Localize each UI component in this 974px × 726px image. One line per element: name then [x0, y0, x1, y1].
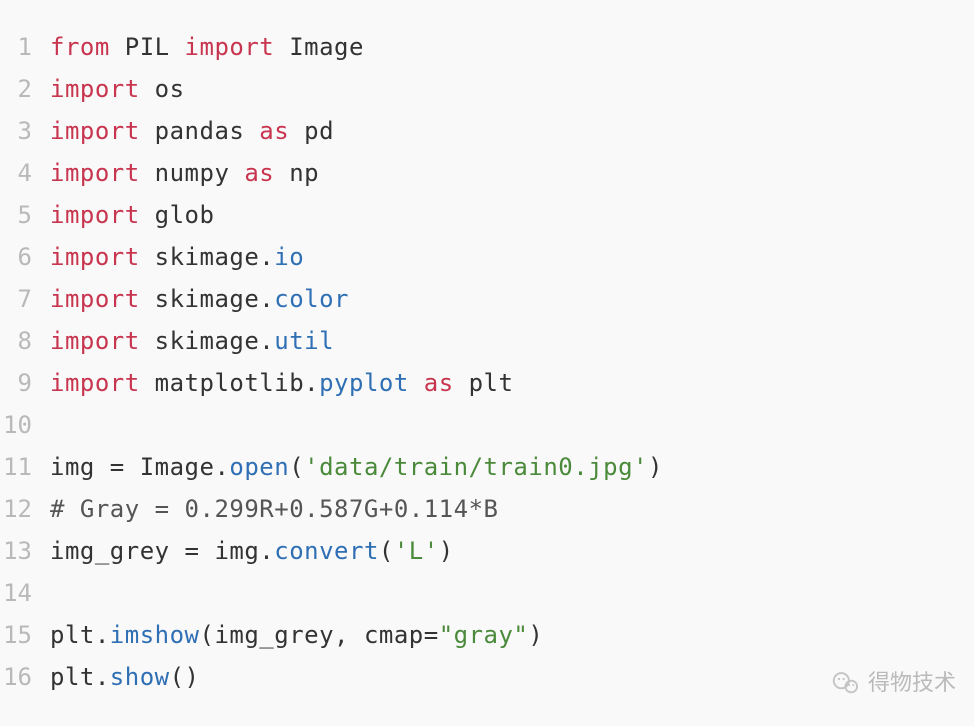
line-number: 2 [0, 68, 50, 110]
line-number: 10 [0, 404, 50, 446]
code-content: # Gray = 0.299R+0.587G+0.114*B [50, 488, 498, 530]
code-content: img = Image.open('data/train/train0.jpg'… [50, 446, 663, 488]
code-line: 10 [0, 404, 974, 446]
code-line: 1from PIL import Image [0, 26, 974, 68]
code-content: plt.show() [50, 656, 200, 698]
code-content: import skimage.util [50, 320, 334, 362]
line-number: 12 [0, 488, 50, 530]
code-line: 2import os [0, 68, 974, 110]
code-line: 5import glob [0, 194, 974, 236]
code-content: import glob [50, 194, 214, 236]
code-line: 16plt.show() [0, 656, 974, 698]
code-line: 4import numpy as np [0, 152, 974, 194]
watermark-text: 得物技术 [868, 662, 956, 704]
code-content: import pandas as pd [50, 110, 334, 152]
watermark: 得物技术 [832, 662, 956, 704]
line-number: 16 [0, 656, 50, 698]
code-block: 1from PIL import Image2import os3import … [0, 26, 974, 698]
line-number: 5 [0, 194, 50, 236]
code-content: img_grey = img.convert('L') [50, 530, 454, 572]
line-number: 15 [0, 614, 50, 656]
code-content: from PIL import Image [50, 26, 364, 68]
code-content: import skimage.io [50, 236, 304, 278]
line-number: 9 [0, 362, 50, 404]
code-content: import os [50, 68, 185, 110]
wechat-icon [832, 669, 860, 697]
line-number: 3 [0, 110, 50, 152]
code-content [50, 572, 65, 614]
code-line: 6import skimage.io [0, 236, 974, 278]
line-number: 11 [0, 446, 50, 488]
code-line: 3import pandas as pd [0, 110, 974, 152]
code-content: import skimage.color [50, 278, 349, 320]
line-number: 7 [0, 278, 50, 320]
code-line: 12# Gray = 0.299R+0.587G+0.114*B [0, 488, 974, 530]
code-line: 7import skimage.color [0, 278, 974, 320]
code-content: import numpy as np [50, 152, 319, 194]
code-line: 9import matplotlib.pyplot as plt [0, 362, 974, 404]
line-number: 13 [0, 530, 50, 572]
line-number: 1 [0, 26, 50, 68]
line-number: 8 [0, 320, 50, 362]
line-number: 6 [0, 236, 50, 278]
code-line: 13img_grey = img.convert('L') [0, 530, 974, 572]
line-number: 4 [0, 152, 50, 194]
code-content: import matplotlib.pyplot as plt [50, 362, 513, 404]
line-number: 14 [0, 572, 50, 614]
code-line: 11img = Image.open('data/train/train0.jp… [0, 446, 974, 488]
code-line: 14 [0, 572, 974, 614]
code-content: plt.imshow(img_grey, cmap="gray") [50, 614, 543, 656]
code-line: 15plt.imshow(img_grey, cmap="gray") [0, 614, 974, 656]
code-line: 8import skimage.util [0, 320, 974, 362]
code-content [50, 404, 65, 446]
